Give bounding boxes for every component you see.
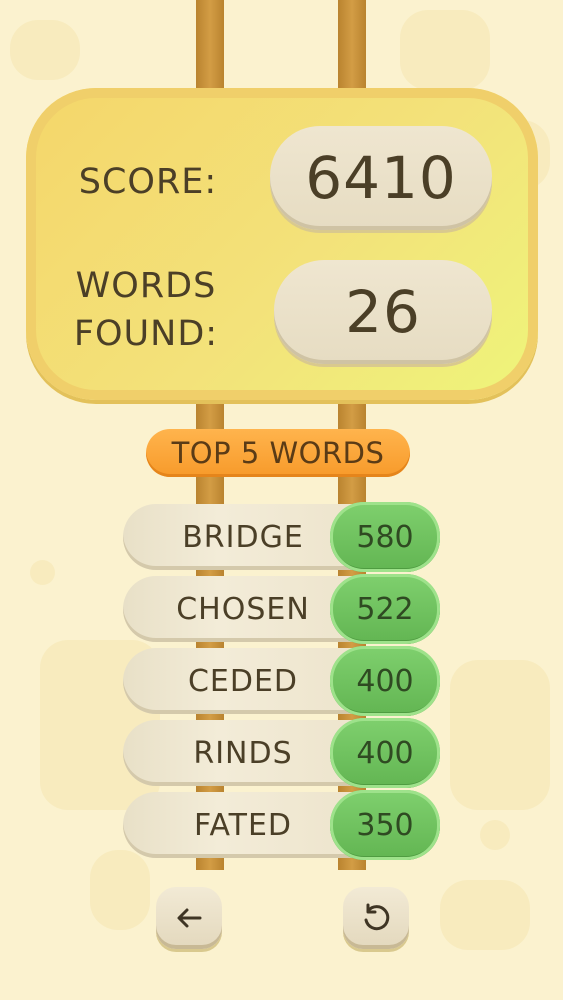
top-word-points: 522 bbox=[330, 574, 440, 644]
list-item: RINDS 400 bbox=[123, 718, 440, 788]
words-found-label-line1: WORDS bbox=[75, 266, 217, 306]
top-words-title: TOP 5 WORDS bbox=[146, 429, 410, 477]
top-word: CEDED bbox=[123, 648, 363, 714]
top-word-points: 400 bbox=[330, 646, 440, 716]
score-value: 6410 bbox=[270, 126, 492, 230]
score-panel: SCORE: 6410 WORDS FOUND: 26 bbox=[26, 88, 538, 400]
arrow-left-icon bbox=[177, 908, 202, 928]
replay-icon bbox=[364, 903, 390, 931]
list-item: BRIDGE 580 bbox=[123, 502, 440, 572]
words-found-label: WORDS FOUND: bbox=[66, 262, 226, 358]
words-found-value: 26 bbox=[274, 260, 492, 364]
back-button[interactable] bbox=[156, 887, 222, 949]
top-word: FATED bbox=[123, 792, 363, 858]
rope-left-top bbox=[196, 0, 224, 95]
list-item: CEDED 400 bbox=[123, 646, 440, 716]
top-word-points: 400 bbox=[330, 718, 440, 788]
words-found-label-line2: FOUND: bbox=[73, 314, 219, 354]
list-item: FATED 350 bbox=[123, 790, 440, 860]
rope-right-top bbox=[338, 0, 366, 95]
replay-button[interactable] bbox=[343, 887, 409, 949]
score-label: SCORE: bbox=[78, 162, 218, 202]
top-word-points: 580 bbox=[330, 502, 440, 572]
top-word: BRIDGE bbox=[123, 504, 363, 570]
top-word: RINDS bbox=[123, 720, 363, 786]
top-word-points: 350 bbox=[330, 790, 440, 860]
list-item: CHOSEN 522 bbox=[123, 574, 440, 644]
top-word: CHOSEN bbox=[123, 576, 363, 642]
